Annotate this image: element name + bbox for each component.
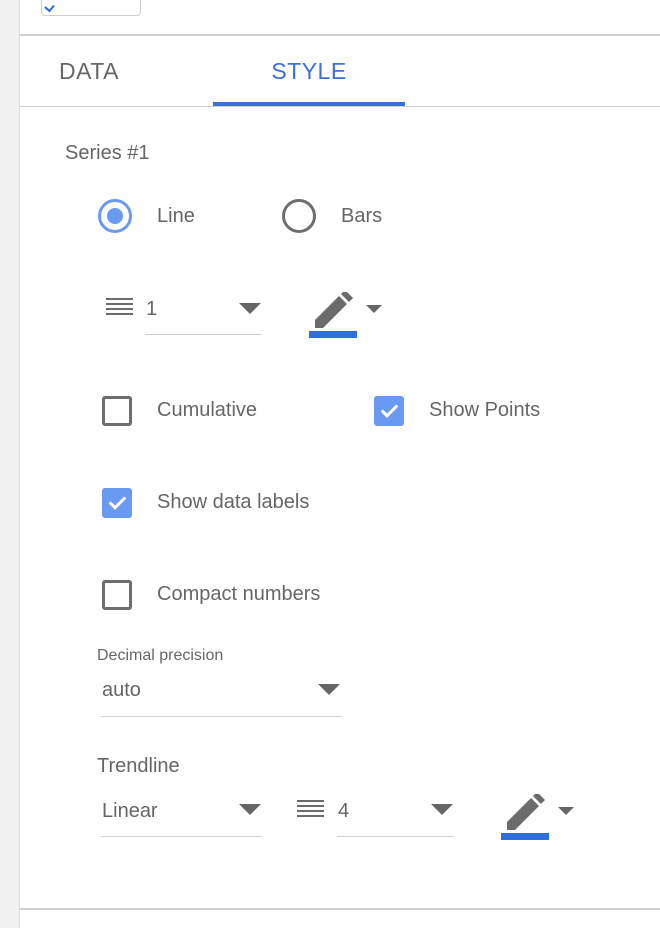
tab-style[interactable]: STYLE	[213, 36, 405, 106]
chevron-down-icon	[558, 807, 574, 815]
cumulative-checkbox[interactable]	[102, 396, 132, 426]
top-control-stub[interactable]	[41, 0, 141, 16]
trendline-label: Trendline	[97, 755, 180, 777]
show-data-labels-checkbox[interactable]	[102, 488, 132, 518]
radio-line[interactable]	[98, 199, 132, 233]
line-color-picker[interactable]	[309, 292, 382, 338]
check-icon	[44, 1, 55, 13]
line-color-swatch	[309, 331, 357, 338]
line-weight-select[interactable]: 1	[145, 286, 261, 335]
decimal-precision-value: auto	[102, 679, 141, 701]
show-points-label: Show Points	[429, 399, 541, 421]
trendline-type-value: Linear	[102, 800, 158, 822]
tabs-divider	[20, 106, 660, 107]
chevron-down-icon	[239, 303, 261, 314]
bottom-divider	[20, 908, 660, 910]
chevron-down-icon	[366, 305, 382, 313]
chevron-down-icon	[239, 804, 261, 815]
series-title: Series #1	[65, 142, 150, 164]
chevron-down-icon	[431, 804, 453, 815]
pencil-icon	[315, 292, 353, 328]
chevron-down-icon	[318, 684, 340, 695]
show-data-labels-label: Show data labels	[157, 491, 310, 513]
show-points-checkbox[interactable]	[374, 396, 404, 426]
line-weight-icon	[106, 298, 133, 318]
decimal-precision-label: Decimal precision	[97, 647, 224, 664]
cumulative-label: Cumulative	[157, 399, 258, 421]
trendline-color-swatch	[501, 833, 549, 840]
tab-data[interactable]: DATA	[20, 36, 158, 106]
trendline-weight-icon	[297, 800, 324, 820]
compact-numbers-label: Compact numbers	[157, 583, 321, 605]
radio-bars-label[interactable]: Bars	[341, 205, 382, 228]
trendline-weight-select[interactable]: 4	[337, 790, 453, 837]
decimal-precision-select[interactable]: auto	[101, 670, 341, 717]
pencil-icon	[507, 794, 545, 830]
style-panel: DATA STYLE Series #1 Line Bars 1 Cumulat…	[19, 0, 660, 928]
trendline-color-picker[interactable]	[501, 794, 574, 840]
radio-bars[interactable]	[282, 199, 316, 233]
line-weight-value: 1	[146, 298, 158, 320]
trendline-weight-value: 4	[338, 800, 350, 822]
compact-numbers-checkbox[interactable]	[102, 580, 132, 610]
radio-line-label[interactable]: Line	[157, 205, 195, 228]
trendline-type-select[interactable]: Linear	[101, 790, 261, 837]
